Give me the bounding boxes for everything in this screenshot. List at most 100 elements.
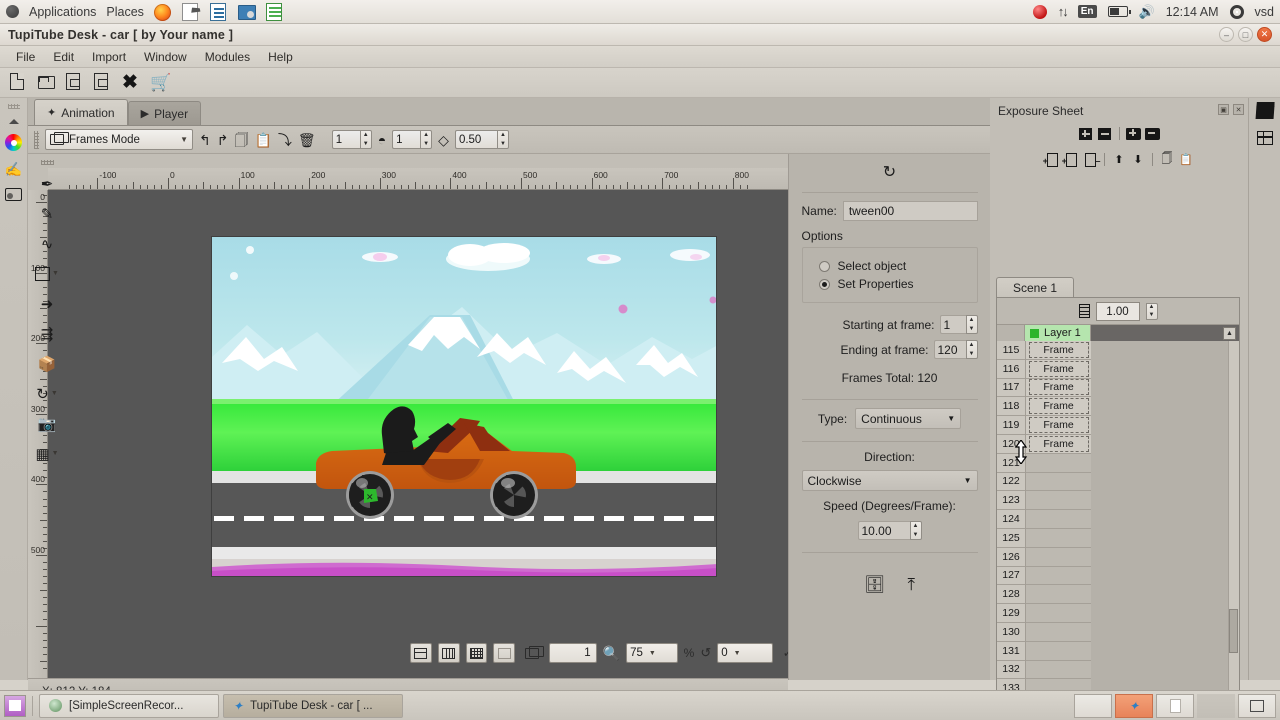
- starting-frame-spinner[interactable]: ▲▼: [939, 315, 978, 334]
- sheet-row-number[interactable]: 119: [997, 416, 1025, 435]
- onion-prev-spinner[interactable]: ▲▼: [331, 130, 372, 149]
- sheet-frame-cell[interactable]: Frame: [1026, 378, 1091, 398]
- paste-icon[interactable]: 📋: [1178, 152, 1194, 167]
- menu-import[interactable]: Import: [84, 48, 134, 66]
- sheet-row-number[interactable]: 125: [997, 528, 1025, 548]
- new-page-icon[interactable]: [10, 73, 29, 92]
- rectangle-icon[interactable]: ▼: [31, 259, 63, 288]
- volume-icon[interactable]: 🔊: [1139, 4, 1155, 20]
- toolbar-grip[interactable]: [34, 130, 39, 149]
- save-icon[interactable]: [66, 73, 85, 92]
- impress-presentation-icon[interactable]: [237, 3, 256, 21]
- sheet-frame-cell[interactable]: [1026, 623, 1091, 642]
- sheet-row-number[interactable]: 117: [997, 378, 1025, 398]
- show-desktop-icon[interactable]: [4, 694, 26, 717]
- ending-frame-spinner[interactable]: ▲▼: [933, 340, 978, 359]
- starting-frame-steppers[interactable]: ▲ ▼: [965, 315, 978, 334]
- remove-layer-icon[interactable]: [1145, 126, 1161, 141]
- opacity-spinner[interactable]: ▲▼: [454, 130, 509, 149]
- rotation-tween-icon[interactable]: ↻ ▼: [31, 379, 63, 408]
- plus-square-icon[interactable]: [1078, 126, 1094, 141]
- onion-next-spinner[interactable]: ▲▼: [392, 130, 433, 149]
- starting-frame-input[interactable]: [939, 315, 966, 334]
- triangle-up-icon[interactable]: [8, 119, 19, 124]
- sheet-row-number[interactable]: 124: [997, 510, 1025, 529]
- sheet-frame-cell[interactable]: [1026, 491, 1091, 511]
- radio-select-object[interactable]: Select object: [818, 259, 967, 273]
- opacity-diamond-icon[interactable]: ◇: [438, 133, 449, 147]
- menu-help[interactable]: Help: [260, 48, 301, 66]
- arrow-select-icon[interactable]: ➜: [31, 289, 63, 318]
- network-updown-icon[interactable]: ↑↓: [1058, 4, 1069, 19]
- apply-up-arrow-icon[interactable]: ⤒: [908, 575, 916, 595]
- menu-window[interactable]: Window: [136, 48, 195, 66]
- onion-skin-icon[interactable]: ◓: [378, 133, 386, 147]
- ending-frame-steppers[interactable]: ▲ ▼: [965, 340, 978, 359]
- frames-mode-combo[interactable]: Frames Mode ▼: [45, 129, 193, 150]
- grid-icon[interactable]: [410, 643, 432, 663]
- close-icon[interactable]: ✕: [1233, 104, 1244, 115]
- firefox-icon[interactable]: [153, 3, 172, 21]
- sheet-zoom-value[interactable]: 1.00: [1095, 301, 1140, 321]
- user-menu[interactable]: vsd: [1255, 5, 1274, 19]
- trash-icon[interactable]: 🗑: [298, 133, 316, 147]
- copy-icon[interactable]: 🗍: [1159, 152, 1175, 167]
- sheet-frame-cell[interactable]: Frame: [1026, 359, 1091, 379]
- paste-icon[interactable]: 📋: [254, 133, 271, 147]
- rotation-combo[interactable]: 0 ▼: [717, 643, 773, 663]
- ink-pen-icon[interactable]: ✎: [31, 199, 63, 228]
- sheet-row-number[interactable]: 116: [997, 359, 1025, 379]
- tab-player[interactable]: ▶ Player: [127, 101, 202, 125]
- onion-prev-steppers[interactable]: ▲ ▼: [359, 130, 372, 149]
- redo-icon[interactable]: ↱: [217, 133, 229, 147]
- sheet-row-number[interactable]: 115: [997, 341, 1025, 360]
- sheet-zoom-steppers[interactable]: ▲ ▼: [1145, 302, 1158, 320]
- copy-icon[interactable]: 🗍: [234, 133, 248, 147]
- sheet-row-number[interactable]: 128: [997, 585, 1025, 605]
- direction-combo[interactable]: Clockwise ▼: [801, 470, 978, 491]
- sheet-row-number[interactable]: 132: [997, 660, 1025, 680]
- sheet-row-number[interactable]: 123: [997, 491, 1025, 511]
- tween-name-input[interactable]: tween00: [842, 201, 978, 221]
- speed-input[interactable]: [857, 521, 910, 540]
- motion-path-icon[interactable]: ▦ ▼: [31, 439, 63, 468]
- menu-modules[interactable]: Modules: [197, 48, 258, 66]
- sheet-frame-cell[interactable]: [1026, 510, 1091, 529]
- library-icon[interactable]: [5, 188, 22, 201]
- layer-header-cell[interactable]: Layer 1: [1025, 325, 1091, 341]
- applications-menu[interactable]: Applications: [29, 5, 96, 19]
- taskbar-item-tupitube[interactable]: ✦ TupiTube Desk - car [ ...: [223, 693, 403, 718]
- duplicate-page-icon[interactable]: +: [1062, 152, 1079, 167]
- close-x-icon[interactable]: ✖: [122, 73, 141, 92]
- zoom-combo[interactable]: 75 ▼: [626, 643, 678, 663]
- save-as-icon[interactable]: [94, 73, 113, 92]
- strip-grip[interactable]: [7, 104, 20, 109]
- taskbar-item-screenrecorder[interactable]: [SimpleScreenRecor...: [39, 693, 219, 718]
- clapperboard-icon[interactable]: [1255, 106, 1274, 119]
- scroll-up-icon[interactable]: ▲: [1223, 327, 1236, 340]
- ubuntu-logo-icon[interactable]: [6, 5, 19, 18]
- ending-frame-input[interactable]: [933, 340, 966, 359]
- table-icon[interactable]: [1256, 131, 1273, 145]
- maximize-button[interactable]: □: [1238, 27, 1253, 42]
- scribble-icon[interactable]: ∿: [31, 229, 63, 258]
- canvas-workarea[interactable]: ✕: [48, 190, 788, 678]
- save-tween-icon[interactable]: 🗄: [864, 575, 886, 595]
- sheet-frame-cell[interactable]: [1026, 454, 1091, 473]
- gear-icon[interactable]: [1229, 4, 1244, 19]
- sheet-frame-cell[interactable]: [1026, 585, 1091, 605]
- sheet-row-number[interactable]: 130: [997, 622, 1025, 642]
- tab-animation[interactable]: ✦ Animation: [34, 99, 128, 125]
- export-arrow-icon[interactable]: ⤵: [278, 133, 292, 147]
- shopping-cart-icon[interactable]: 🛒: [150, 73, 171, 92]
- sheet-row-number[interactable]: 129: [997, 604, 1025, 623]
- onion-next-input[interactable]: [392, 130, 421, 149]
- open-folder-icon[interactable]: [38, 73, 57, 92]
- opacity-input[interactable]: [454, 130, 497, 149]
- radio-set-properties-indicator[interactable]: [818, 278, 830, 290]
- type-combo[interactable]: Continuous ▼: [855, 408, 962, 429]
- clock[interactable]: 12:14 AM: [1166, 5, 1219, 19]
- workspace-1[interactable]: [1074, 693, 1112, 718]
- menu-file[interactable]: File: [8, 48, 43, 66]
- undock-icon[interactable]: ▣: [1218, 104, 1229, 115]
